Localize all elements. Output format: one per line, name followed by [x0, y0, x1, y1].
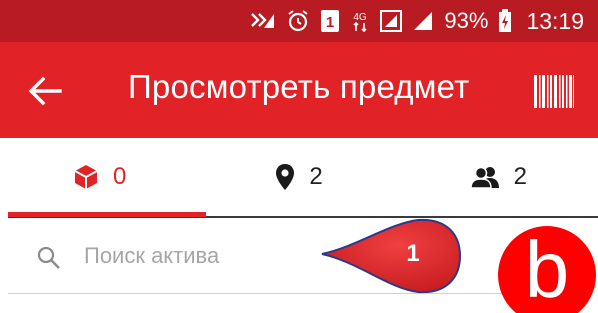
search-icon — [37, 246, 60, 269]
network-label: 4G — [354, 12, 368, 23]
callout-number: 1 — [406, 240, 420, 267]
app-bar: Просмотреть предмет — [0, 42, 598, 138]
page-title: Просмотреть предмет — [128, 68, 470, 105]
screen: 1 4G 93% 13:19 Просмотреть предмет 0 2 2… — [0, 0, 598, 313]
back-button[interactable] — [26, 74, 66, 108]
tab-users-count: 2 — [513, 163, 527, 190]
sim-1-icon: 1 — [320, 9, 340, 33]
tab-bar: 0 2 2 — [0, 138, 598, 218]
network-4g-icon: 4G — [350, 9, 370, 33]
barcode-icon — [534, 75, 574, 108]
tab-locations[interactable]: 2 — [199, 138, 398, 216]
status-bar: 1 4G 93% 13:19 — [0, 0, 598, 42]
data-icon — [380, 10, 403, 32]
status-icons: 1 4G 93% 13:19 — [250, 8, 584, 35]
sim-label: 1 — [326, 14, 334, 31]
tab-users[interactable]: 2 — [399, 138, 598, 216]
arrow-left-icon — [28, 76, 62, 106]
battery-percent: 93% — [444, 8, 489, 33]
tab-items-count: 0 — [112, 163, 127, 190]
location-pin-icon — [276, 164, 295, 190]
annotation-badge-letter: b — [524, 225, 570, 313]
signal-icon — [412, 10, 434, 32]
battery-charging-icon — [498, 9, 512, 33]
callout-pointer — [321, 218, 462, 294]
signal-weak-icon — [250, 10, 276, 32]
users-icon — [469, 166, 499, 189]
tab-items[interactable]: 0 — [0, 138, 199, 216]
cube-icon — [74, 165, 98, 189]
status-time: 13:19 — [526, 7, 584, 34]
tab-locations-count: 2 — [309, 163, 323, 190]
barcode-scan-button[interactable] — [534, 75, 574, 108]
active-tab-indicator — [8, 212, 206, 217]
alarm-icon — [286, 9, 310, 33]
